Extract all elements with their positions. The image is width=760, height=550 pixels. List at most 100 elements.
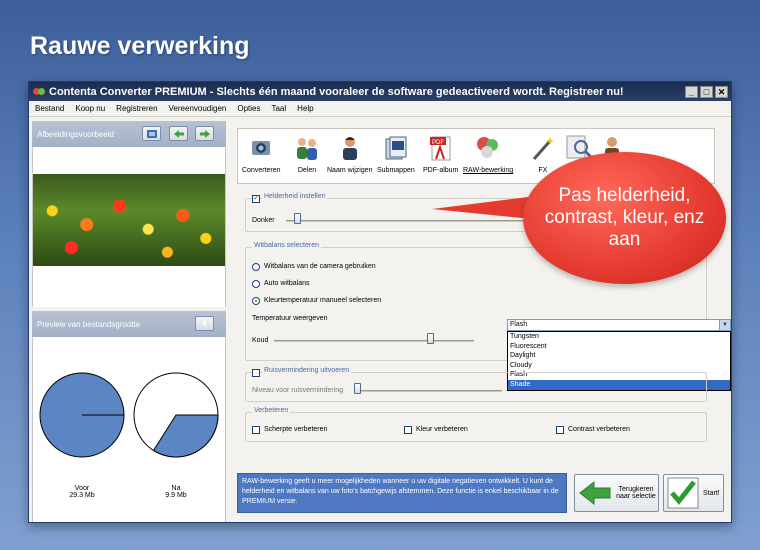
info-box: RAW-bewerking geeft u meer mogelijkheden… [237,473,567,513]
option-daylight[interactable]: Daylight [508,351,730,361]
pause-button[interactable]: ⏸ [195,316,214,331]
next-image-button[interactable] [195,126,214,141]
temperature-slider-track[interactable] [274,340,474,342]
noise-slider-thumb[interactable] [354,383,361,394]
window-title: Contenta Converter PREMIUM - Slechts één… [49,85,624,98]
tool-pdf-album[interactable]: PDF PDF-album [423,133,458,174]
option-tungsten[interactable]: Tungsten [508,332,730,342]
radio-auto-whitebalance-label: Auto witbalans [264,280,310,287]
menu-bar: Bestand Koop nu Registreren Vereenvoudig… [29,101,731,117]
noise-checkbox-label: Ruisvermindering uitvoeren [262,367,352,374]
menu-registreren[interactable]: Registreren [116,104,157,113]
close-button[interactable]: ✕ [715,85,728,98]
color-balls-icon [477,137,499,158]
title-bar: Contenta Converter PREMIUM - Slechts één… [29,82,731,101]
preview-photo [33,174,225,266]
image-view-icon [146,129,157,138]
left-panel: Afbeeldingsvoorbeeld Preview van bestand… [32,121,226,522]
color-label: Kleur verbeteren [416,426,468,433]
start-button-label: Start! [703,489,720,497]
menu-bestand[interactable]: Bestand [35,104,64,113]
camera-convert-icon [252,141,271,155]
noise-group: Ruisvermindering uitvoeren Niveau voor r… [245,367,707,402]
app-logo-icon [33,86,45,98]
cold-label: Koud [252,337,269,344]
noise-checkbox[interactable] [252,369,260,377]
brightness-checkbox[interactable] [252,193,260,203]
folders-icon [385,136,407,160]
chevron-down-icon[interactable]: ▼ [719,320,730,330]
tool-fx[interactable]: FX [528,133,558,174]
before-caption: Voor 29.3 Mb [52,485,112,499]
arrow-left-icon [173,129,184,138]
before-size: 29.3 Mb [69,492,95,499]
option-fluorescent[interactable]: Fluorescent [508,342,730,352]
back-arrow-icon [579,480,611,506]
after-label: Na [171,485,181,492]
menu-koop-nu[interactable]: Koop nu [75,104,105,113]
brightness-dark-label: Donker [252,217,275,224]
menu-opties[interactable]: Opties [237,104,260,113]
option-cloudy[interactable]: Cloudy [508,361,730,371]
callout-text: Pas helderheid, contrast, kleur, enz aan [544,185,705,250]
improve-group: Verbeteren Scherpte verbeteren Kleur ver… [245,407,707,442]
size-preview-header: Preview van bestandsgrootte ⏸ [32,311,226,337]
improve-title: Verbeteren [252,407,291,414]
brightness-checkbox-label: Helderheid instellen [262,193,328,200]
minimize-button[interactable]: _ [685,85,698,98]
app-window: Contenta Converter PREMIUM - Slechts één… [28,81,732,523]
image-preview [32,147,226,307]
noise-level-label: Niveau voor ruisvermindering [252,387,344,394]
magic-wand-icon [532,137,554,160]
callout-bubble: Pas helderheid, contrast, kleur, enz aan [523,152,726,284]
preview-view-button[interactable] [142,126,161,141]
temperature-dropdown-value: Flash [510,321,528,328]
menu-taal[interactable]: Taal [271,104,286,113]
after-size: 9.9 Mb [165,492,187,499]
contrast-checkbox[interactable] [556,426,564,434]
back-to-selection-button[interactable]: Terugkeren naar selectie [574,474,659,512]
temperature-dropdown[interactable]: Flash ▼ [507,319,731,331]
radio-auto-whitebalance[interactable] [252,280,260,288]
sharpness-checkbox[interactable] [252,426,260,434]
slide-title: Rauwe verwerking [30,32,250,60]
whitebalance-title: Witbalans selecteren [252,242,321,249]
people-share-icon [297,138,317,160]
menu-vereenvoudigen[interactable]: Vereenvoudigen [169,104,227,113]
back-button-label: Terugkeren naar selectie [616,486,656,500]
temperature-slider-thumb[interactable] [427,333,434,344]
pdf-icon: PDF [429,136,451,161]
radio-camera-whitebalance-label: Witbalans van de camera gebruiken [264,263,376,270]
size-preview: Voor 29.3 Mb Na 9.9 Mb [32,337,226,522]
start-button[interactable]: Start! [663,474,724,512]
preview-header-label: Afbeeldingsvoorbeeld [37,129,114,139]
before-size-pie [39,372,125,458]
temperature-label: Temperatuur weergeven [252,315,328,322]
person-rename-icon [342,137,357,160]
before-label: Voor [74,485,90,492]
previous-image-button[interactable] [169,126,188,141]
tool-naam-wijzigen[interactable]: Naam wijzigen [327,133,373,174]
after-caption: Na 9.9 Mb [146,485,206,499]
contrast-label: Contrast verbeteren [568,426,630,433]
size-preview-header-label: Preview van bestandsgrootte [37,319,141,329]
radio-manual-temperature[interactable] [252,297,260,305]
tool-submappen[interactable]: Submappen [377,133,415,174]
color-checkbox[interactable] [404,426,412,434]
noise-slider-track[interactable] [354,390,502,392]
preview-header: Afbeeldingsvoorbeeld [32,121,226,147]
tool-delen[interactable]: Delen [292,133,322,174]
tool-raw-bewerking[interactable]: RAW-bewerking [463,133,513,174]
pdf-badge: PDF [432,140,444,146]
tool-converteren[interactable]: Converteren [242,133,281,174]
window-controls: _ □ ✕ [685,85,728,98]
sharpness-label: Scherpte verbeteren [264,426,328,433]
brightness-slider-thumb[interactable] [294,213,301,224]
radio-camera-whitebalance[interactable] [252,263,260,271]
after-size-pie [133,372,219,458]
checkmark-icon [667,477,699,509]
radio-manual-temperature-label: Kleurtemperatuur manueel selecteren [264,297,382,304]
maximize-button[interactable]: □ [700,85,713,98]
arrow-right-icon [199,129,210,138]
menu-help[interactable]: Help [297,104,313,113]
